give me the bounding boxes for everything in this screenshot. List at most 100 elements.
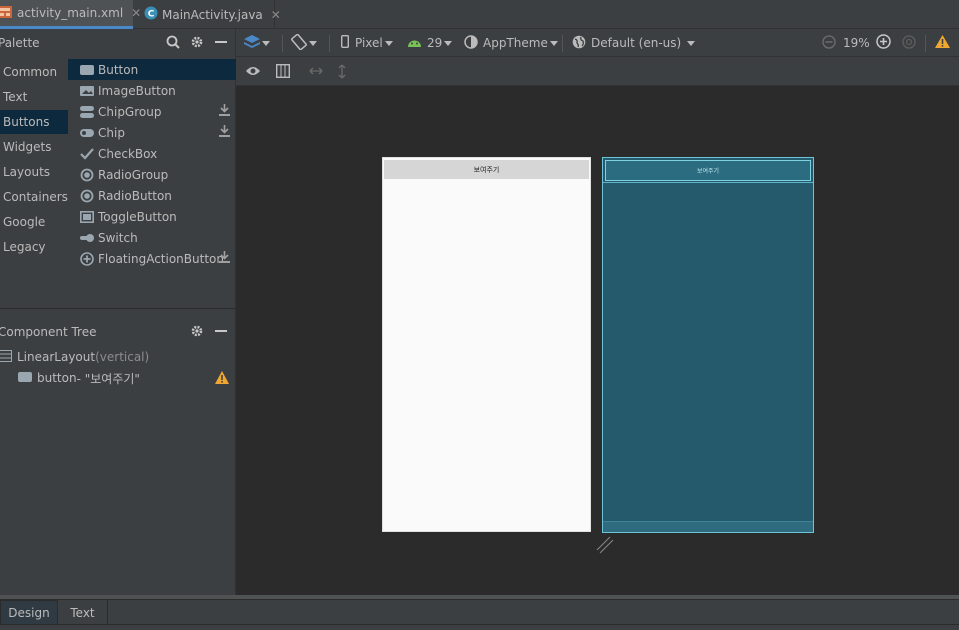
issues-button[interactable] [935,29,950,57]
palette-category-legacy[interactable]: Legacy [0,235,68,259]
category-label: Containers [3,190,68,204]
gear-icon[interactable] [190,324,204,341]
zoom-in-button[interactable] [876,29,891,57]
palette-header: Palette [0,29,236,57]
blueprint-preview[interactable]: 보여주기 [602,157,814,533]
tree-node-linearlayout[interactable]: LinearLayout (vertical) [0,347,149,367]
java-class-icon: C [144,6,158,23]
component-tree-title: Component Tree [0,325,97,339]
palette-item-chipgroup[interactable]: ChipGroup [68,101,236,122]
radio-group-icon [80,168,94,182]
category-label: Common [3,65,58,79]
palette-item-label: ImageButton [98,83,176,98]
palette-item-button[interactable]: Button [68,59,236,80]
chip-group-icon [80,105,94,119]
palette-item-radiobutton[interactable]: RadioButton [68,185,236,206]
theme-icon [464,34,478,52]
palette-item-chip[interactable]: Chip [68,122,236,143]
panel-divider [0,308,236,309]
zoom-out-button[interactable] [822,29,836,57]
download-icon[interactable] [219,125,230,140]
palette-category-text[interactable]: Text [0,85,68,109]
category-label: Buttons [3,115,50,129]
category-label: Legacy [3,240,46,254]
design-surface-dropdown[interactable] [244,29,270,57]
category-label: Widgets [3,140,52,154]
palette-item-switch[interactable]: Switch [68,227,236,248]
horizontal-resize-icon[interactable] [309,65,323,80]
radio-button-icon [80,189,94,203]
resize-handle-icon[interactable] [596,536,614,554]
palette-category-buttons[interactable]: Buttons [0,110,68,134]
tree-node-detail: (vertical) [95,350,150,364]
zoom-fit-icon [902,34,916,52]
design-canvas[interactable] [236,86,959,595]
eye-icon[interactable] [245,65,261,80]
view-options-toolbar [236,57,959,86]
api-level-label: 29 [427,36,443,50]
tree-node-detail: - "보여주기" [76,371,140,386]
palette-item-label: RadioGroup [98,167,169,182]
vertical-resize-icon[interactable] [337,64,347,82]
editor-tab-bar: activity_main.xml ✕ C MainActivity.java … [0,0,959,29]
phone-icon [340,34,349,51]
tree-node-name: button [37,371,77,385]
palette-item-radiogroup[interactable]: RadioGroup [68,164,236,185]
palette-item-togglebutton[interactable]: ToggleButton [68,206,236,227]
api-level-dropdown[interactable]: 29 [408,29,453,57]
zoom-label: 19% [843,36,870,50]
category-label: Google [3,215,46,229]
gear-icon[interactable] [190,35,204,52]
tab-mainactivity-java[interactable]: C MainActivity.java ✕ [140,0,281,29]
blueprint-button[interactable]: 보여주기 [605,160,811,181]
layers-icon [244,34,260,52]
tab-activity-main-xml[interactable]: activity_main.xml ✕ [0,0,141,29]
checkbox-icon [80,147,94,161]
palette-item-checkbox[interactable]: CheckBox [68,143,236,164]
orientation-dropdown[interactable] [291,29,317,57]
palette-category-layouts[interactable]: Layouts [0,160,68,184]
tab-design[interactable]: Design [0,600,58,625]
palette-category-google[interactable]: Google [0,210,68,234]
tab-text[interactable]: Text [58,600,108,625]
palette-item-floatingactionbutton[interactable]: FloatingActionButton [68,248,236,269]
locale-dropdown[interactable]: Default (en-us) [572,29,696,57]
zoom-fit-button[interactable] [902,29,916,57]
zoom-in-icon [876,34,891,52]
design-preview[interactable]: 보여주기 [382,157,591,532]
palette-category-containers[interactable]: Containers [0,185,68,209]
warning-icon [935,35,950,51]
download-icon[interactable] [219,104,230,119]
palette-item-imagebutton[interactable]: ImageButton [68,80,236,101]
search-icon[interactable] [166,35,180,52]
palette-item-label: RadioButton [98,188,172,203]
design-toolbar: Pixel 29 AppTheme Default (en-us) 19% [236,29,959,57]
switch-icon [80,231,94,245]
device-dropdown[interactable]: Pixel [340,29,393,57]
tab-label: Text [70,605,95,620]
toggle-button-icon [80,210,94,224]
minimize-icon[interactable] [214,35,228,52]
left-panel: Palette Common Text Buttons Widgets Layo… [0,29,236,595]
palette-category-widgets[interactable]: Widgets [0,135,68,159]
warning-icon[interactable] [215,371,229,387]
xml-layout-icon [0,4,16,23]
editor-mode-tabs: Design Text [0,599,959,625]
rotate-device-icon [291,33,307,53]
theme-dropdown[interactable]: AppTheme [464,29,558,57]
button-icon [18,371,32,385]
category-label: Text [3,90,28,104]
fab-icon [80,251,94,266]
blueprint-toggle-icon[interactable] [275,63,291,81]
palette-category-common[interactable]: Common [0,60,68,84]
close-icon[interactable]: ✕ [271,8,281,22]
minimize-icon[interactable] [214,324,228,341]
device-label: Pixel [355,36,383,50]
tree-node-button[interactable]: button - "보여주기" [18,368,232,388]
blueprint-navbar [603,521,813,532]
download-icon[interactable] [219,251,230,266]
preview-button[interactable]: 보여주기 [384,160,589,179]
chip-icon [80,126,94,140]
linear-layout-icon [0,349,12,365]
zoom-level: 19% [843,29,870,57]
